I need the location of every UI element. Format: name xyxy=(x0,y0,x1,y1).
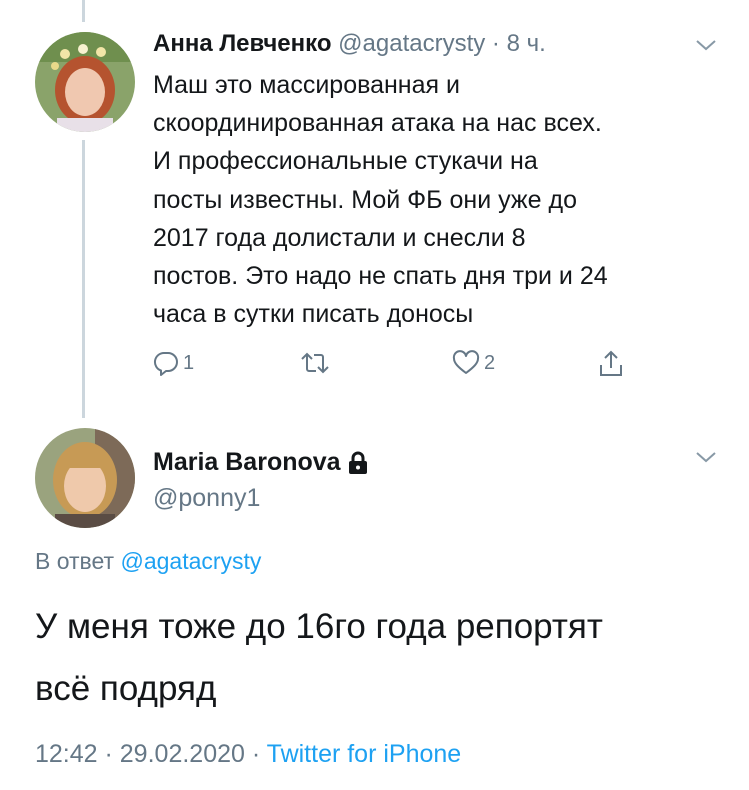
like-icon xyxy=(452,350,480,374)
chevron-down-icon[interactable] xyxy=(695,450,717,464)
share-button[interactable] xyxy=(598,350,624,378)
separator: · xyxy=(485,30,507,57)
like-button[interactable]: 2 xyxy=(452,350,495,376)
author-name[interactable]: Анна Левченко xyxy=(153,30,332,57)
reply-icon xyxy=(153,351,178,376)
retweet-icon xyxy=(301,352,329,374)
chevron-down-icon[interactable] xyxy=(695,38,717,52)
like-count: 2 xyxy=(484,351,496,374)
author-name-text: Maria Baronova xyxy=(153,448,341,476)
tweet-meta: 12:42 · 29.02.2020 · Twitter for iPhone xyxy=(35,740,461,769)
thread-line xyxy=(82,140,85,418)
tweet-date[interactable]: 29.02.2020 xyxy=(120,740,245,768)
author-name[interactable]: Maria Baronova xyxy=(153,448,369,477)
thread-line-top xyxy=(82,0,85,22)
reply-mention-link[interactable]: @agatacrysty xyxy=(120,548,261,574)
lock-icon xyxy=(348,451,367,474)
reply-button[interactable]: 1 xyxy=(153,350,194,376)
separator: · xyxy=(97,740,120,768)
avatar[interactable] xyxy=(35,32,135,132)
share-icon xyxy=(600,350,622,376)
tweet-text: У меня тоже до 16го года репортят всё по… xyxy=(35,607,603,708)
author-handle[interactable]: @ponny1 xyxy=(153,484,260,513)
reply-context: В ответ @agatacrysty xyxy=(35,548,261,575)
separator: · xyxy=(244,740,267,768)
author-handle[interactable]: @agatacrysty xyxy=(338,30,485,57)
tweet-source-link[interactable]: Twitter for iPhone xyxy=(267,740,462,768)
reply-count: 1 xyxy=(183,351,195,374)
reply-prefix: В ответ xyxy=(35,548,121,574)
tweet-time[interactable]: 12:42 xyxy=(35,740,98,768)
avatar[interactable] xyxy=(35,428,135,528)
retweet-button[interactable] xyxy=(300,350,330,376)
tweet-time[interactable]: 8 ч. xyxy=(507,30,546,57)
tweet-header: Анна Левченко @agatacrysty · 8 ч. xyxy=(153,30,546,58)
tweet-text: Маш это массированная и скоординированна… xyxy=(153,71,608,329)
